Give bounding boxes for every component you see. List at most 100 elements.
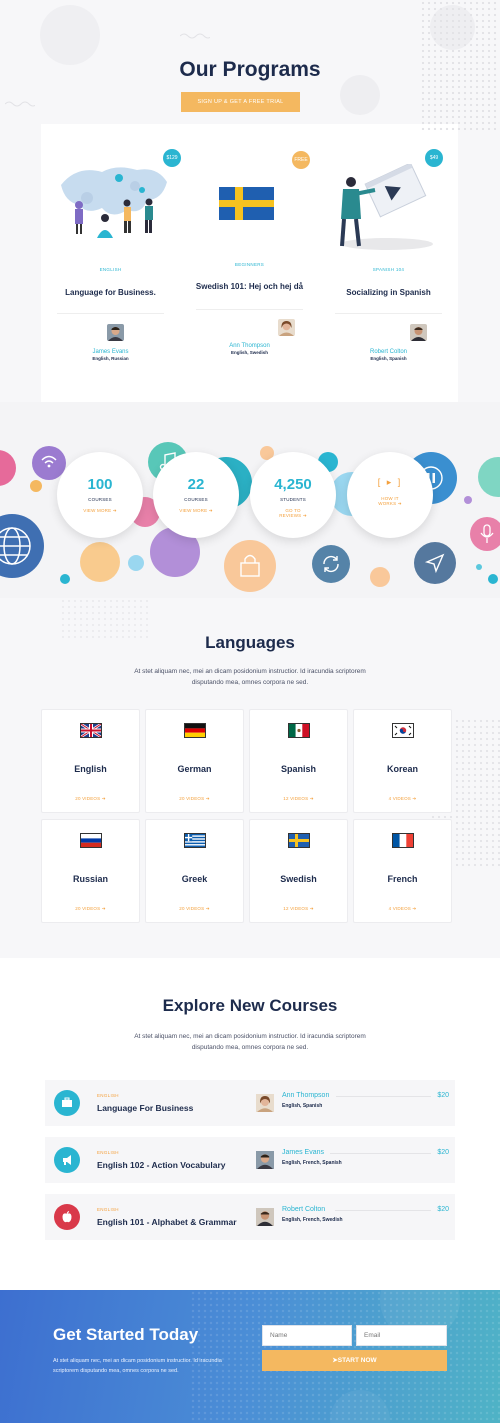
decorative-bubble <box>0 450 16 486</box>
program-title[interactable]: Socializing in Spanish <box>319 288 458 297</box>
programs-section: Our Programs SIGN UP & GET A FREE TRIAL … <box>0 0 500 402</box>
stats-section: 100 COURSES VIEW MORE ➔ 22 COURSES VIEW … <box>0 402 500 598</box>
divider <box>330 1153 431 1154</box>
language-card-german[interactable]: German 20 VIDEOS ➔ <box>145 709 244 813</box>
course-price: $20 <box>437 1092 449 1099</box>
language-card-swedish[interactable]: Swedish 12 VIDEOS ➔ <box>249 819 348 923</box>
decorative-bubble <box>476 564 482 570</box>
program-title[interactable]: Swedish 101: Hej och hej då <box>180 282 319 291</box>
stat-label: COURSES <box>184 497 208 502</box>
language-card-french[interactable]: French 4 VIDEOS ➔ <box>353 819 452 923</box>
course-row[interactable]: ENGLISH English 102 - Action Vocabulary … <box>45 1137 455 1183</box>
mexico-flag-icon <box>288 723 310 738</box>
divider <box>57 313 164 314</box>
play-icon[interactable]: [ ▸ ] <box>347 477 433 488</box>
arrow-circle-icon: ➔ <box>112 508 117 513</box>
program-card[interactable]: $129 ENGLISH Language for Business. Jame… <box>41 124 181 402</box>
decorative-bubble <box>80 542 120 582</box>
language-name: Swedish <box>280 874 317 884</box>
language-name: Spanish <box>280 764 316 774</box>
name-input[interactable] <box>262 1325 352 1346</box>
go-to-reviews-link[interactable]: GO TO REVIEWS ➔ <box>274 508 312 519</box>
course-price: $20 <box>437 1149 449 1156</box>
refresh-icon <box>323 555 339 573</box>
languages-title: Languages <box>205 633 295 652</box>
avatar <box>107 324 124 341</box>
language-card-russian[interactable]: Russian 20 VIDEOS ➔ <box>41 819 140 923</box>
stat-how-it-works: [ ▸ ] HOW IT WORKS ➔ <box>347 452 433 538</box>
teacher-name[interactable]: Robert Colton <box>282 1206 325 1213</box>
microphone-icon <box>480 524 494 543</box>
language-name: Korean <box>386 764 418 774</box>
divider <box>335 1210 431 1211</box>
program-category: BEGINNERS <box>234 262 265 267</box>
program-card[interactable]: FREE BEGINNERS Swedish 101: Hej och hej … <box>180 124 319 402</box>
language-name: German <box>177 764 212 774</box>
decorative-bubble <box>370 567 390 587</box>
course-category: ENGLISH <box>97 1207 119 1212</box>
teacher-name[interactable]: James Evans <box>282 1149 324 1156</box>
cta-title: Get Started Today <box>53 1325 199 1344</box>
decorative-bubble <box>30 480 42 492</box>
cta-description: At stet aliquam nec, mei an dicam posido… <box>53 1358 222 1374</box>
divider <box>196 309 303 310</box>
avatar <box>410 324 427 341</box>
language-name: Russian <box>72 874 108 884</box>
course-title[interactable]: Language For Business <box>97 1103 193 1113</box>
language-card-greek[interactable]: Greek 20 VIDEOS ➔ <box>145 819 244 923</box>
course-row[interactable]: ENGLISH English 101 - Alphabet & Grammar… <box>45 1194 455 1240</box>
program-card[interactable]: $49 SPANISH 104 Socializing in Spanish R… <box>319 124 458 402</box>
videos-link[interactable]: 20 VIDEOS ➔ <box>42 906 139 912</box>
briefcase-icon <box>54 1090 80 1116</box>
decorative-bubble <box>128 555 144 571</box>
arrow-circle-icon: ➔ <box>302 513 307 518</box>
videos-link[interactable]: 20 VIDEOS ➔ <box>146 906 243 912</box>
free-trial-button[interactable]: SIGN UP & GET A FREE TRIAL <box>181 92 300 112</box>
stat-number: 22 <box>187 476 205 493</box>
language-name: French <box>387 874 418 884</box>
teacher-name[interactable]: James Evans <box>41 349 180 355</box>
course-category: ENGLISH <box>97 1150 119 1155</box>
divider <box>336 1096 431 1097</box>
decorative-bubble <box>60 574 70 584</box>
language-card-korean[interactable]: Korean 4 VIDEOS ➔ <box>353 709 452 813</box>
greece-flag-icon <box>184 833 206 848</box>
wave-decoration <box>5 101 35 107</box>
france-flag-icon <box>392 833 414 848</box>
course-title[interactable]: English 101 - Alphabet & Grammar <box>97 1217 237 1227</box>
sweden-flag-illustration <box>219 187 274 220</box>
videos-link[interactable]: 20 VIDEOS ➔ <box>42 796 139 802</box>
teacher-languages: English, Spanish <box>370 356 407 361</box>
arrow-circle-icon: ➔ <box>208 508 213 513</box>
germany-flag-icon <box>184 723 206 738</box>
language-name: English <box>74 764 107 774</box>
teacher-name[interactable]: Ann Thompson <box>180 343 319 349</box>
videos-link[interactable]: 12 VIDEOS ➔ <box>250 796 347 802</box>
language-card-spanish[interactable]: Spanish 12 VIDEOS ➔ <box>249 709 348 813</box>
language-card-english[interactable]: English 20 VIDEOS ➔ <box>41 709 140 813</box>
email-input[interactable] <box>356 1325 447 1346</box>
teacher-name[interactable]: Robert Colton <box>319 349 458 355</box>
videos-link[interactable]: 20 VIDEOS ➔ <box>146 796 243 802</box>
explore-title: Explore New Courses <box>162 996 338 1015</box>
stat-students: 4,250 STUDENTS GO TO REVIEWS ➔ <box>250 452 336 538</box>
program-category: SPANISH 104 <box>372 267 405 272</box>
background-circle <box>430 5 475 50</box>
view-more-link[interactable]: VIEW MORE ➔ <box>163 508 229 514</box>
teacher-name[interactable]: Ann Thompson <box>282 1092 329 1099</box>
russia-flag-icon <box>80 833 102 848</box>
videos-link[interactable]: 4 VIDEOS ➔ <box>354 906 451 912</box>
korea-flag-icon <box>392 723 414 738</box>
how-it-works-link[interactable]: HOW IT WORKS ➔ <box>373 496 407 507</box>
view-more-link[interactable]: VIEW MORE ➔ <box>67 508 133 514</box>
videos-link[interactable]: 12 VIDEOS ➔ <box>250 906 347 912</box>
decorative-bubble <box>478 457 500 497</box>
course-row[interactable]: ENGLISH Language For Business Ann Thomps… <box>45 1080 455 1126</box>
price-badge: FREE <box>292 151 310 169</box>
avatar <box>256 1208 274 1226</box>
videos-link[interactable]: 4 VIDEOS ➔ <box>354 796 451 802</box>
start-now-button[interactable]: ➤START NOW <box>262 1350 447 1371</box>
program-title[interactable]: Language for Business. <box>41 288 180 297</box>
course-title[interactable]: English 102 - Action Vocabulary <box>97 1160 225 1170</box>
course-price: $20 <box>437 1206 449 1213</box>
